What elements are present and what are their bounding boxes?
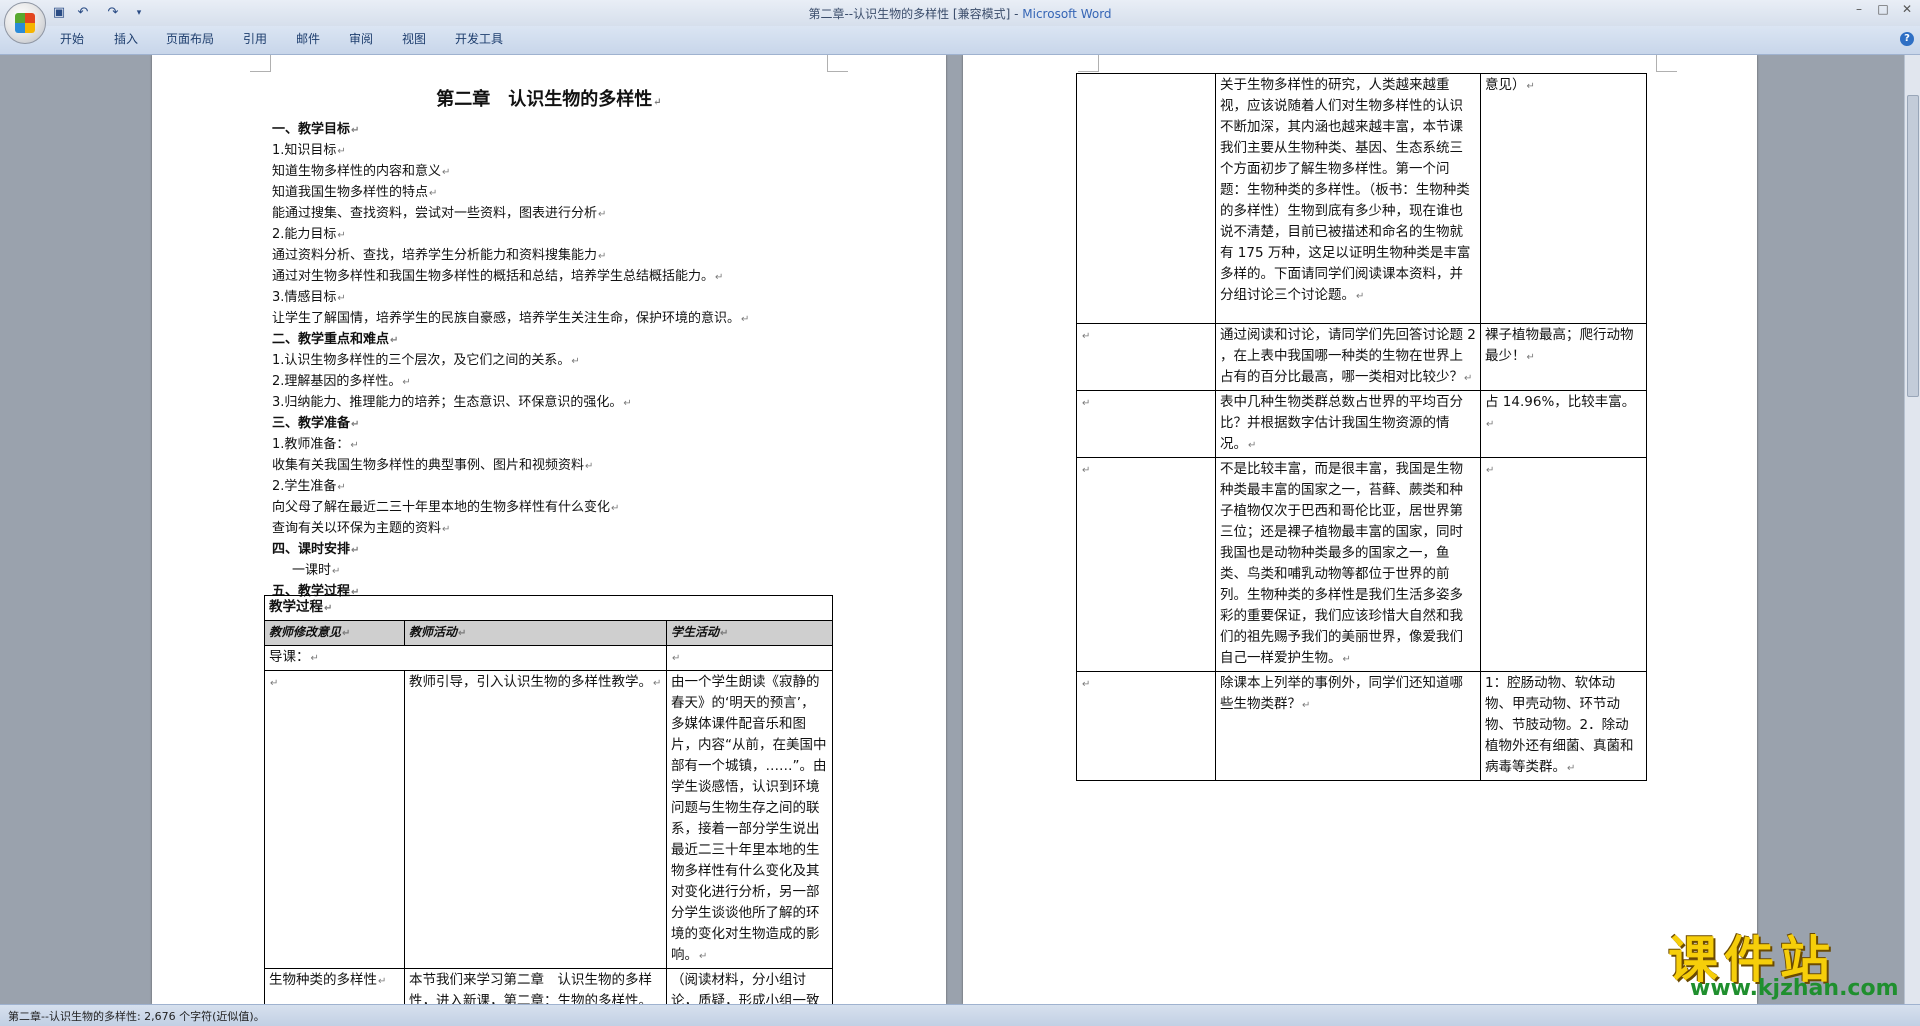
table-header-row: 教师修改意见↵ 教师活动↵ 学生活动↵ xyxy=(264,620,834,646)
section-heading: 三、教学准备↵ xyxy=(272,416,360,431)
body-line: 1.知识目标↵ xyxy=(272,143,346,158)
document-area[interactable]: 第二章 认识生物的多样性↵ 一、教学目标↵ 1.知识目标↵ 知道生物多样性的内容和意… xyxy=(0,55,1905,1004)
body-line: 3.情感目标↵ xyxy=(272,290,346,305)
table-cell: 教师引导，引入认识生物的多样性教学。↵ xyxy=(404,670,667,969)
table-cell: 由一个学生朗读《寂静的春天》的‘明天的预言’，多媒体课件配音乐和图片，内容“从前… xyxy=(665,670,834,969)
table-cell: ↵ xyxy=(1076,323,1216,391)
page-1[interactable]: 第二章 认识生物的多样性↵ 一、教学目标↵ 1.知识目标↵ 知道生物多样性的内容和意… xyxy=(152,55,946,1004)
status-bar: 第二章--认识生物的多样性: 2,676 个字符(近似值)。 xyxy=(0,1004,1920,1026)
tab-review[interactable]: 审阅 xyxy=(349,30,373,47)
tab-developer[interactable]: 开发工具 xyxy=(455,30,503,47)
table-cell: 生物种类的多样性↵ xyxy=(264,968,405,1004)
table-cell: 1：腔肠动物、软体动物、甲壳动物、环节动物、节肢动物。2．除动植物外还有细菌、真… xyxy=(1480,671,1647,781)
body-line: 2.理解基因的多样性。↵ xyxy=(272,374,411,389)
window-title: 第二章--认识生物的多样性 [兼容模式] - Microsoft Word xyxy=(0,5,1920,22)
tab-view[interactable]: 视图 xyxy=(402,30,426,47)
maximize-icon[interactable]: □ xyxy=(1872,2,1894,16)
page-2[interactable]: 关于生物多样性的研究，人类越来越重视，应该说随着人们对生物多样性的认识不断加深，… xyxy=(963,55,1757,1004)
body-line: 能通过搜集、查找资料，尝试对一些资料，图表进行分析↵ xyxy=(272,206,607,221)
table-cell: ↵ xyxy=(264,670,405,969)
watermark-logo: 课件站 www.kjzhan.com xyxy=(1660,920,1910,1001)
table-cell: 关于生物多样性的研究，人类越来越重视，应该说随着人们对生物多样性的认识不断加深，… xyxy=(1215,73,1481,324)
header-cell: 学生活动↵ xyxy=(665,620,834,646)
crop-mark xyxy=(1078,55,1099,72)
tab-references[interactable]: 引用 xyxy=(243,30,267,47)
tab-mailings[interactable]: 邮件 xyxy=(296,30,320,47)
body-line: 3.归纳能力、推理能力的培养；生态意识、环保意识的强化。↵ xyxy=(272,395,632,410)
tab-home[interactable]: 开始 xyxy=(60,30,84,47)
header-cell: 教师活动↵ xyxy=(404,620,667,646)
body-line: 收集有关我国生物多样性的典型事例、图片和视频资料↵ xyxy=(272,458,594,473)
minimize-icon[interactable]: – xyxy=(1848,2,1870,16)
tab-page-layout[interactable]: 页面布局 xyxy=(166,30,214,47)
table-caption-row: 教学过程↵ xyxy=(263,595,834,621)
section-heading: 二、教学重点和难点↵ xyxy=(272,332,399,347)
table-cell: ↵ xyxy=(1480,457,1647,672)
table-cell: 通过阅读和讨论，请同学们先回答讨论题 2 ，在上表中我国哪一种类的生物在世界上占… xyxy=(1215,323,1481,391)
table-row: 导课：↵ ↵ xyxy=(264,645,834,671)
table-cell: 占 14.96%，比较丰富。↵ xyxy=(1480,390,1647,458)
table-cell: 不是比较丰富，而是很丰富，我国是生物种类最丰富的国家之一，苔藓、蕨类和种子植物仅… xyxy=(1215,457,1481,672)
table-row: 关于生物多样性的研究，人类越来越重视，应该说随着人们对生物多样性的认识不断加深，… xyxy=(1076,73,1647,324)
title-bar: ▣ ↶ ↷ ▾ 第二章--认识生物的多样性 [兼容模式] - Microsoft… xyxy=(0,0,1920,44)
table-cell: 表中几种生物类群总数占世界的平均百分比？并根据数字估计我国生物资源的情况。↵ xyxy=(1215,390,1481,458)
body-line: 知道生物多样性的内容和意义↵ xyxy=(272,164,451,179)
table-cell: 本节我们来学习第二章 认识生物的多样性，进入新课，第二章：生物的多样性。 xyxy=(404,968,667,1004)
page-title: 第二章 认识生物的多样性↵ xyxy=(436,89,662,110)
crop-mark xyxy=(827,55,848,72)
body-line: 知道我国生物多样性的特点↵ xyxy=(272,185,438,200)
table-row: ↵ 除课本上列举的事例外，同学们还知道哪些生物类群？↵ 1：腔肠动物、软体动物、… xyxy=(1076,671,1647,781)
table-cell: 导课：↵ xyxy=(264,645,667,671)
body-line: 通过资料分析、查找，培养学生分析能力和资料搜集能力↵ xyxy=(272,248,607,263)
lesson-table-continued: 关于生物多样性的研究，人类越来越重视，应该说随着人们对生物多样性的认识不断加深，… xyxy=(1076,73,1647,781)
table-cell: ↵ xyxy=(1076,390,1216,458)
table-row: ↵ 通过阅读和讨论，请同学们先回答讨论题 2 ，在上表中我国哪一种类的生物在世界… xyxy=(1076,323,1647,391)
table-cell: 裸子植物最高；爬行动物最少！↵ xyxy=(1480,323,1647,391)
table-cell: ↵ xyxy=(665,645,834,671)
app-name: Microsoft Word xyxy=(1022,7,1112,21)
office-logo-icon xyxy=(15,13,35,33)
section-heading: 四、课时安排↵ xyxy=(272,542,360,557)
table-cell: （阅读材料，分小组讨论，质疑，形成小组一致 xyxy=(665,968,834,1004)
help-icon[interactable]: ? xyxy=(1900,32,1914,46)
table-row: ↵ 教师引导，引入认识生物的多样性教学。↵ 由一个学生朗读《寂静的春天》的‘明天… xyxy=(264,670,834,969)
table-cell xyxy=(1076,73,1216,324)
body-line: 2.能力目标↵ xyxy=(272,227,346,242)
body-line: 通过对生物多样性和我国生物多样性的概括和总结，培养学生总结概括能力。↵ xyxy=(272,269,724,284)
office-button[interactable] xyxy=(4,2,46,44)
body-line: 一课时↵ xyxy=(292,563,341,578)
table-row: ↵ 表中几种生物类群总数占世界的平均百分比？并根据数字估计我国生物资源的情况。↵… xyxy=(1076,390,1647,458)
ribbon: 开始 插入 页面布局 引用 邮件 审阅 视图 开发工具 ? xyxy=(0,26,1920,55)
close-icon[interactable]: ✕ xyxy=(1896,2,1918,16)
tab-insert[interactable]: 插入 xyxy=(114,30,138,47)
crop-mark xyxy=(250,55,271,72)
table-row: 生物种类的多样性↵ 本节我们来学习第二章 认识生物的多样性，进入新课，第二章：生… xyxy=(264,968,834,1004)
document-title: 第二章--认识生物的多样性 [兼容模式] - xyxy=(808,7,1023,21)
watermark-url: www.kjzhan.com xyxy=(1690,976,1899,1001)
table-cell: ↵ xyxy=(1076,457,1216,672)
table-cell: ↵ xyxy=(1076,671,1216,781)
body-line: 查询有关以环保为主题的资料↵ xyxy=(272,521,451,536)
body-line: 2.学生准备↵ xyxy=(272,479,346,494)
vertical-scrollbar[interactable] xyxy=(1904,55,1920,1004)
scrollbar-thumb[interactable] xyxy=(1907,95,1919,397)
body-line: 1.认识生物多样性的三个层次，及它们之间的关系。↵ xyxy=(272,353,580,368)
body-line: 让学生了解国情，培养学生的民族自豪感，培养学生关注生命，保护环境的意识。↵ xyxy=(272,311,750,326)
body-line: 1.教师准备：↵ xyxy=(272,437,359,452)
section-heading: 一、教学目标↵ xyxy=(272,122,360,137)
table-cell: 意见）↵ xyxy=(1480,73,1647,324)
table-caption: 教学过程↵ xyxy=(263,595,834,621)
body-line: 向父母了解在最近二三十年里本地的生物多样性有什么变化↵ xyxy=(272,500,620,515)
crop-mark xyxy=(1656,55,1677,72)
lesson-table: 教学过程↵ 教师修改意见↵ 教师活动↵ 学生活动↵ 导课：↵ ↵ ↵ 教师引导，… xyxy=(263,595,834,1004)
table-row: ↵ 不是比较丰富，而是很丰富，我国是生物种类最丰富的国家之一，苔藓、蕨类和种子植… xyxy=(1076,457,1647,672)
table-cell: 除课本上列举的事例外，同学们还知道哪些生物类群？↵ xyxy=(1215,671,1481,781)
header-cell: 教师修改意见↵ xyxy=(264,620,405,646)
word-count-status[interactable]: 第二章--认识生物的多样性: 2,676 个字符(近似值)。 xyxy=(8,1008,265,1024)
